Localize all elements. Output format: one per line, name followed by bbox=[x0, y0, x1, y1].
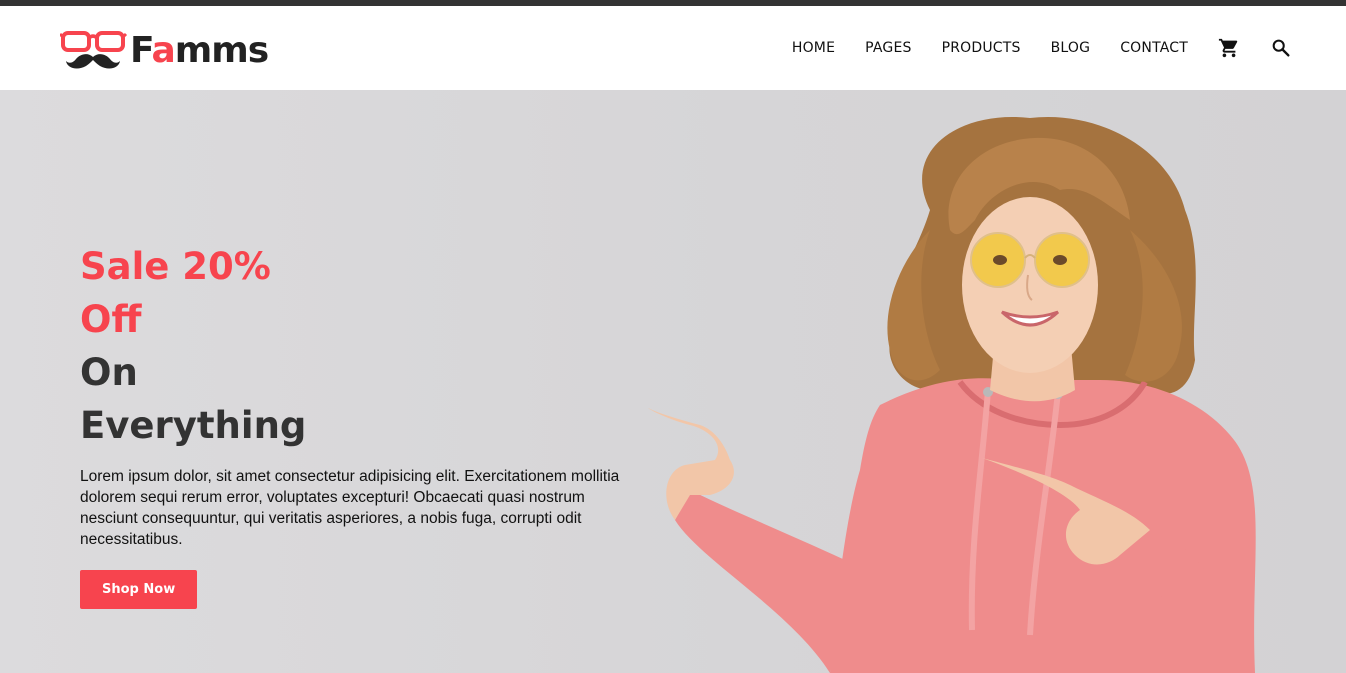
glasses-mustache-icon bbox=[58, 28, 128, 74]
hero-title-line-3: On bbox=[80, 351, 138, 394]
nav-products[interactable]: PRODUCTS bbox=[942, 40, 1021, 56]
hero-title-line-2: Off bbox=[80, 298, 142, 341]
brand-logo[interactable]: Famms bbox=[58, 26, 269, 76]
hero-title-line-4: Everything bbox=[80, 404, 307, 447]
hero-title: Sale 20% Off On Everything bbox=[80, 240, 640, 452]
hero-model-image bbox=[630, 90, 1346, 673]
hero-content: Sale 20% Off On Everything Lorem ipsum d… bbox=[80, 240, 640, 609]
hero-title-line-1: Sale 20% bbox=[80, 245, 271, 288]
nav-pages[interactable]: PAGES bbox=[865, 40, 911, 56]
hero-description: Lorem ipsum dolor, sit amet consectetur … bbox=[80, 468, 620, 548]
nav-home[interactable]: HOME bbox=[792, 40, 835, 56]
hero-banner: Sale 20% Off On Everything Lorem ipsum d… bbox=[0, 90, 1346, 673]
nav-blog[interactable]: BLOG bbox=[1051, 40, 1091, 56]
brand-name: Famms bbox=[130, 30, 269, 71]
main-nav: HOME PAGES PRODUCTS BLOG CONTACT bbox=[792, 6, 1292, 90]
nav-contact[interactable]: CONTACT bbox=[1120, 40, 1188, 56]
search-icon[interactable] bbox=[1270, 37, 1292, 59]
cart-icon[interactable] bbox=[1218, 37, 1240, 59]
shop-now-button[interactable]: Shop Now bbox=[80, 570, 198, 609]
